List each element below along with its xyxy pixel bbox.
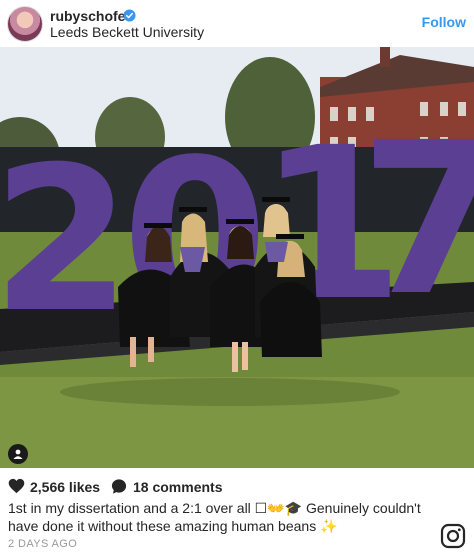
likes-count[interactable]: 2,566 likes [30, 479, 100, 495]
comment-bubble-icon[interactable] [110, 478, 128, 495]
verified-badge-icon [123, 9, 136, 22]
post-timestamp: 2 DAYS AGO [8, 538, 78, 550]
numeral-7: 7 [360, 97, 474, 342]
username[interactable]: rubyschofe [50, 8, 125, 24]
engagement-bar: 2,566 likes 18 comments [0, 476, 474, 498]
post-caption: 1st in my dissertation and a 2:1 over al… [8, 500, 421, 534]
post-photo[interactable]: 2 0 1 7 [0, 47, 474, 468]
follow-button[interactable]: Follow [422, 14, 466, 30]
avatar[interactable] [7, 6, 43, 42]
photo-scene: 2 0 1 7 [0, 47, 474, 468]
comments-count[interactable]: 18 comments [133, 479, 222, 495]
heart-icon[interactable] [8, 478, 25, 494]
instagram-logo-icon [440, 523, 466, 549]
person-tag-icon[interactable] [8, 444, 28, 464]
numeral-2: 2 [0, 124, 131, 357]
location-link[interactable]: Leeds Beckett University [50, 24, 204, 40]
post-header: rubyschofe Leeds Beckett University Foll… [0, 0, 474, 47]
